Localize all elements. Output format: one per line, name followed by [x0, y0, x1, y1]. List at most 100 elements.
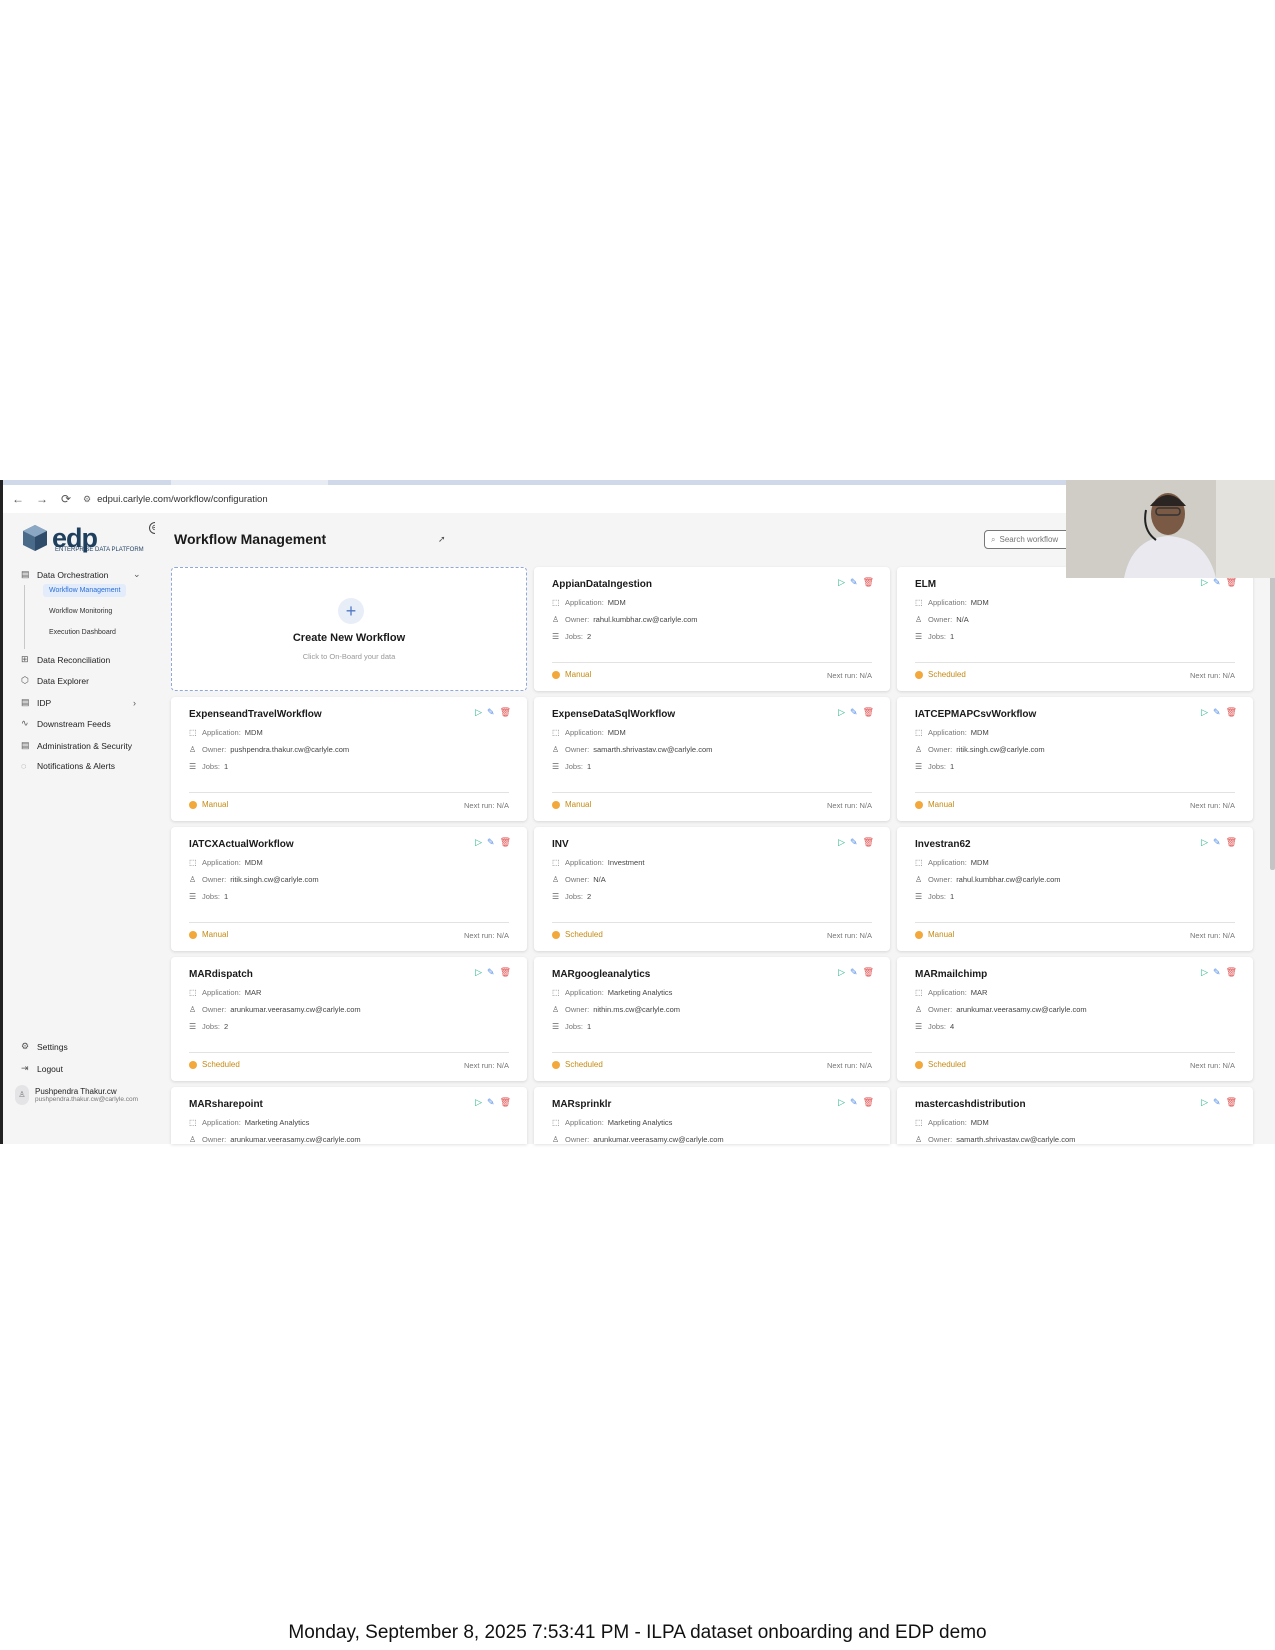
workflow-card[interactable]: mastercashdistribution ▷ ✎ 🗑 ⬚ Applicati…	[897, 1087, 1253, 1144]
workflow-name[interactable]: MARmailchimp	[915, 969, 987, 980]
user-profile[interactable]: ♙ Pushpendra Thakur.cw pushpendra.thakur…	[15, 1085, 138, 1105]
video-caption: Monday, September 8, 2025 7:53:41 PM - I…	[288, 1622, 987, 1643]
workflow-name[interactable]: Investran62	[915, 839, 971, 850]
edit-icon[interactable]: ✎	[850, 707, 858, 718]
sidebar-item-data-orchestration[interactable]: ▤ Data Orchestration ⌄	[21, 569, 141, 580]
workflow-card[interactable]: MARgoogleanalytics ▷ ✎ 🗑 ⬚ Application: …	[534, 957, 890, 1081]
run-icon[interactable]: ▷	[475, 1097, 482, 1108]
edit-icon[interactable]: ✎	[487, 837, 495, 848]
workflow-name[interactable]: MARsprinklr	[552, 1099, 611, 1110]
workflow-card[interactable]: ELM ▷ ✎ 🗑 ⬚ Application: MDM ♙ Owner: N/…	[897, 567, 1253, 691]
sidebar-item-administration-security[interactable]: ▤ Administration & Security	[21, 740, 132, 751]
site-settings-icon[interactable]: ⚙	[83, 494, 91, 505]
workflow-name[interactable]: mastercashdistribution	[915, 1099, 1026, 1110]
delete-icon[interactable]: 🗑	[863, 837, 874, 848]
delete-icon[interactable]: 🗑	[1226, 577, 1237, 588]
workflow-card[interactable]: IATCEPMAPCsvWorkflow ▷ ✎ 🗑 ⬚ Application…	[897, 697, 1253, 821]
run-icon[interactable]: ▷	[838, 577, 845, 588]
run-icon[interactable]: ▷	[1201, 967, 1208, 978]
run-icon[interactable]: ▷	[838, 1097, 845, 1108]
run-icon[interactable]: ▷	[1201, 707, 1208, 718]
delete-icon[interactable]: 🗑	[500, 967, 511, 978]
sidebar-item-data-reconciliation[interactable]: ⊞ Data Reconciliation	[21, 654, 110, 665]
edit-icon[interactable]: ✎	[850, 1097, 858, 1108]
next-run-label: Next run: N/A	[1189, 801, 1235, 810]
edit-icon[interactable]: ✎	[487, 707, 495, 718]
jobs-row: ☰ Jobs: 1	[915, 762, 955, 771]
edit-icon[interactable]: ✎	[1213, 967, 1221, 978]
workflow-card[interactable]: AppianDataIngestion ▷ ✎ 🗑 ⬚ Application:…	[534, 567, 890, 691]
forward-icon[interactable]: →	[33, 492, 51, 506]
run-icon[interactable]: ▷	[838, 707, 845, 718]
delete-icon[interactable]: 🗑	[500, 707, 511, 718]
workflow-name[interactable]: AppianDataIngestion	[552, 579, 652, 590]
delete-icon[interactable]: 🗑	[1226, 707, 1237, 718]
workflow-card[interactable]: INV ▷ ✎ 🗑 ⬚ Application: Investment ♙ Ow…	[534, 827, 890, 951]
workflow-name[interactable]: MARgoogleanalytics	[552, 969, 650, 980]
edit-icon[interactable]: ✎	[850, 837, 858, 848]
workflow-name[interactable]: INV	[552, 839, 569, 850]
sidebar-item-data-explorer[interactable]: ⬡ Data Explorer	[21, 675, 89, 686]
workflow-card[interactable]: MARmailchimp ▷ ✎ 🗑 ⬚ Application: MAR ♙ …	[897, 957, 1253, 1081]
sidebar-item-settings[interactable]: ⚙ Settings	[21, 1041, 68, 1052]
run-icon[interactable]: ▷	[475, 967, 482, 978]
edit-icon[interactable]: ✎	[850, 967, 858, 978]
run-icon[interactable]: ▷	[838, 837, 845, 848]
sidebar-item-logout[interactable]: ⇥ Logout	[21, 1063, 63, 1074]
run-icon[interactable]: ▷	[1201, 1097, 1208, 1108]
run-icon[interactable]: ▷	[1201, 577, 1208, 588]
workflow-name[interactable]: ExpenseandTravelWorkflow	[189, 709, 322, 720]
package-icon: ⬚	[915, 1118, 923, 1127]
workflow-name[interactable]: MARsharepoint	[189, 1099, 263, 1110]
workflow-name[interactable]: MARdispatch	[189, 969, 253, 980]
reload-icon[interactable]: ⟳	[57, 492, 75, 506]
delete-icon[interactable]: 🗑	[500, 1097, 511, 1108]
workflow-name[interactable]: IATCXActualWorkflow	[189, 839, 294, 850]
sidebar-item-downstream-feeds[interactable]: ∿ Downstream Feeds	[21, 718, 111, 729]
mouse-cursor-icon: ➚	[438, 534, 446, 544]
delete-icon[interactable]: 🗑	[1226, 967, 1237, 978]
sidebar-subitem-execution-dashboard[interactable]: Execution Dashboard	[43, 626, 122, 639]
run-icon[interactable]: ▷	[475, 837, 482, 848]
edit-icon[interactable]: ✎	[1213, 707, 1221, 718]
workflow-card[interactable]: ExpenseDataSqlWorkflow ▷ ✎ 🗑 ⬚ Applicati…	[534, 697, 890, 821]
edit-icon[interactable]: ✎	[1213, 837, 1221, 848]
address-bar[interactable]: edpui.carlyle.com/workflow/configuration	[97, 494, 268, 505]
workflow-card[interactable]: Investran62 ▷ ✎ 🗑 ⬚ Application: MDM ♙ O…	[897, 827, 1253, 951]
edit-icon[interactable]: ✎	[487, 967, 495, 978]
owner-row: ♙ Owner: nithin.ms.cw@carlyle.com	[552, 1005, 680, 1014]
workflow-card[interactable]: MARsprinklr ▷ ✎ 🗑 ⬚ Application: Marketi…	[534, 1087, 890, 1144]
delete-icon[interactable]: 🗑	[863, 1097, 874, 1108]
workflow-card[interactable]: IATCXActualWorkflow ▷ ✎ 🗑 ⬚ Application:…	[171, 827, 527, 951]
create-workflow-card[interactable]: + Create New Workflow Click to On-Board …	[171, 567, 527, 691]
sidebar-item-idp[interactable]: ▤ IDP ›	[21, 697, 136, 708]
owner-value: pushpendra.thakur.cw@carlyle.com	[230, 745, 350, 754]
workflow-card[interactable]: MARdispatch ▷ ✎ 🗑 ⬚ Application: MAR ♙ O…	[171, 957, 527, 1081]
workflow-name[interactable]: IATCEPMAPCsvWorkflow	[915, 709, 1036, 720]
delete-icon[interactable]: 🗑	[863, 577, 874, 588]
delete-icon[interactable]: 🗑	[863, 967, 874, 978]
run-icon[interactable]: ▷	[1201, 837, 1208, 848]
delete-icon[interactable]: 🗑	[1226, 1097, 1237, 1108]
back-icon[interactable]: ←	[9, 492, 27, 506]
workflow-name[interactable]: ExpenseDataSqlWorkflow	[552, 709, 675, 720]
run-icon[interactable]: ▷	[838, 967, 845, 978]
jobs-row: ☰ Jobs: 1	[552, 1022, 592, 1031]
card-actions: ▷ ✎ 🗑	[475, 967, 511, 978]
sidebar-subitem-workflow-management[interactable]: Workflow Management	[43, 584, 127, 597]
sidebar-item-notifications-alerts[interactable]: ◌ Notifications & Alerts	[21, 761, 115, 771]
sidebar-subitem-workflow-monitoring[interactable]: Workflow Monitoring	[43, 605, 118, 618]
trend-icon: ∿	[21, 718, 29, 728]
user-icon: ♙	[552, 745, 560, 754]
edit-icon[interactable]: ✎	[1213, 1097, 1221, 1108]
workflow-card[interactable]: MARsharepoint ▷ ✎ 🗑 ⬚ Application: Marke…	[171, 1087, 527, 1144]
workflow-card[interactable]: ExpenseandTravelWorkflow ▷ ✎ 🗑 ⬚ Applica…	[171, 697, 527, 821]
edit-icon[interactable]: ✎	[1213, 577, 1221, 588]
workflow-name[interactable]: ELM	[915, 579, 936, 590]
delete-icon[interactable]: 🗑	[863, 707, 874, 718]
edit-icon[interactable]: ✎	[850, 577, 858, 588]
delete-icon[interactable]: 🗑	[1226, 837, 1237, 848]
run-icon[interactable]: ▷	[475, 707, 482, 718]
edit-icon[interactable]: ✎	[487, 1097, 495, 1108]
delete-icon[interactable]: 🗑	[500, 837, 511, 848]
